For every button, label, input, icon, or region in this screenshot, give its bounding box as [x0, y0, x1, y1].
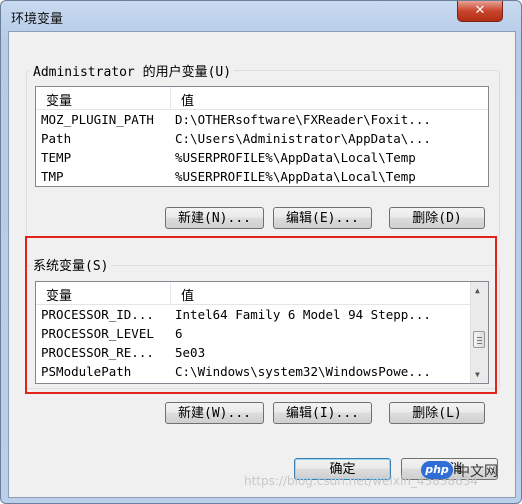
- close-icon: ✕: [474, 3, 486, 18]
- variable-value: %USERPROFILE%\AppData\Local\Temp: [175, 150, 416, 165]
- watermark-logo: php 中文网: [421, 458, 517, 484]
- column-divider[interactable]: [170, 87, 171, 109]
- close-button[interactable]: ✕: [457, 1, 503, 22]
- variable-value: %USERPROFILE%\AppData\Local\Temp: [175, 169, 416, 184]
- user-list-header: 变量 值: [36, 87, 488, 110]
- user-variables-list[interactable]: 变量 值 MOZ_PLUGIN_PATH D:\OTHERsoftware\FX…: [35, 86, 489, 187]
- system-delete-button[interactable]: 删除(L): [389, 402, 485, 424]
- column-header-value[interactable]: 值: [181, 90, 194, 109]
- system-edit-button[interactable]: 编辑(I)...: [273, 402, 372, 424]
- title-bar[interactable]: 环境变量 ✕: [1, 1, 521, 31]
- system-variables-highlight: [25, 236, 497, 394]
- watermark-logo-text: 中文网: [456, 464, 498, 480]
- variable-name: MOZ_PLUGIN_PATH: [41, 112, 154, 127]
- variable-value: D:\OTHERsoftware\FXReader\Foxit...: [175, 112, 431, 127]
- window-title: 环境变量: [11, 12, 64, 27]
- table-row[interactable]: MOZ_PLUGIN_PATH D:\OTHERsoftware\FXReade…: [36, 111, 488, 130]
- watermark-logo-badge: php: [421, 461, 453, 479]
- user-new-button[interactable]: 新建(N)...: [165, 207, 264, 229]
- table-row[interactable]: TMP %USERPROFILE%\AppData\Local\Temp: [36, 168, 488, 186]
- user-edit-button[interactable]: 编辑(E)...: [273, 207, 372, 229]
- variable-name: TMP: [41, 169, 64, 184]
- variable-value: C:\Users\Administrator\AppData\...: [175, 131, 431, 146]
- user-delete-button[interactable]: 删除(D): [389, 207, 485, 229]
- variable-name: TEMP: [41, 150, 72, 165]
- table-row[interactable]: TEMP %USERPROFILE%\AppData\Local\Temp: [36, 149, 488, 168]
- column-header-variable[interactable]: 变量: [46, 90, 72, 109]
- table-row[interactable]: Path C:\Users\Administrator\AppData\...: [36, 130, 488, 149]
- system-new-button[interactable]: 新建(W)...: [165, 402, 264, 424]
- variable-name: Path: [41, 131, 72, 146]
- user-variables-label: Administrator 的用户变量(U): [30, 61, 235, 80]
